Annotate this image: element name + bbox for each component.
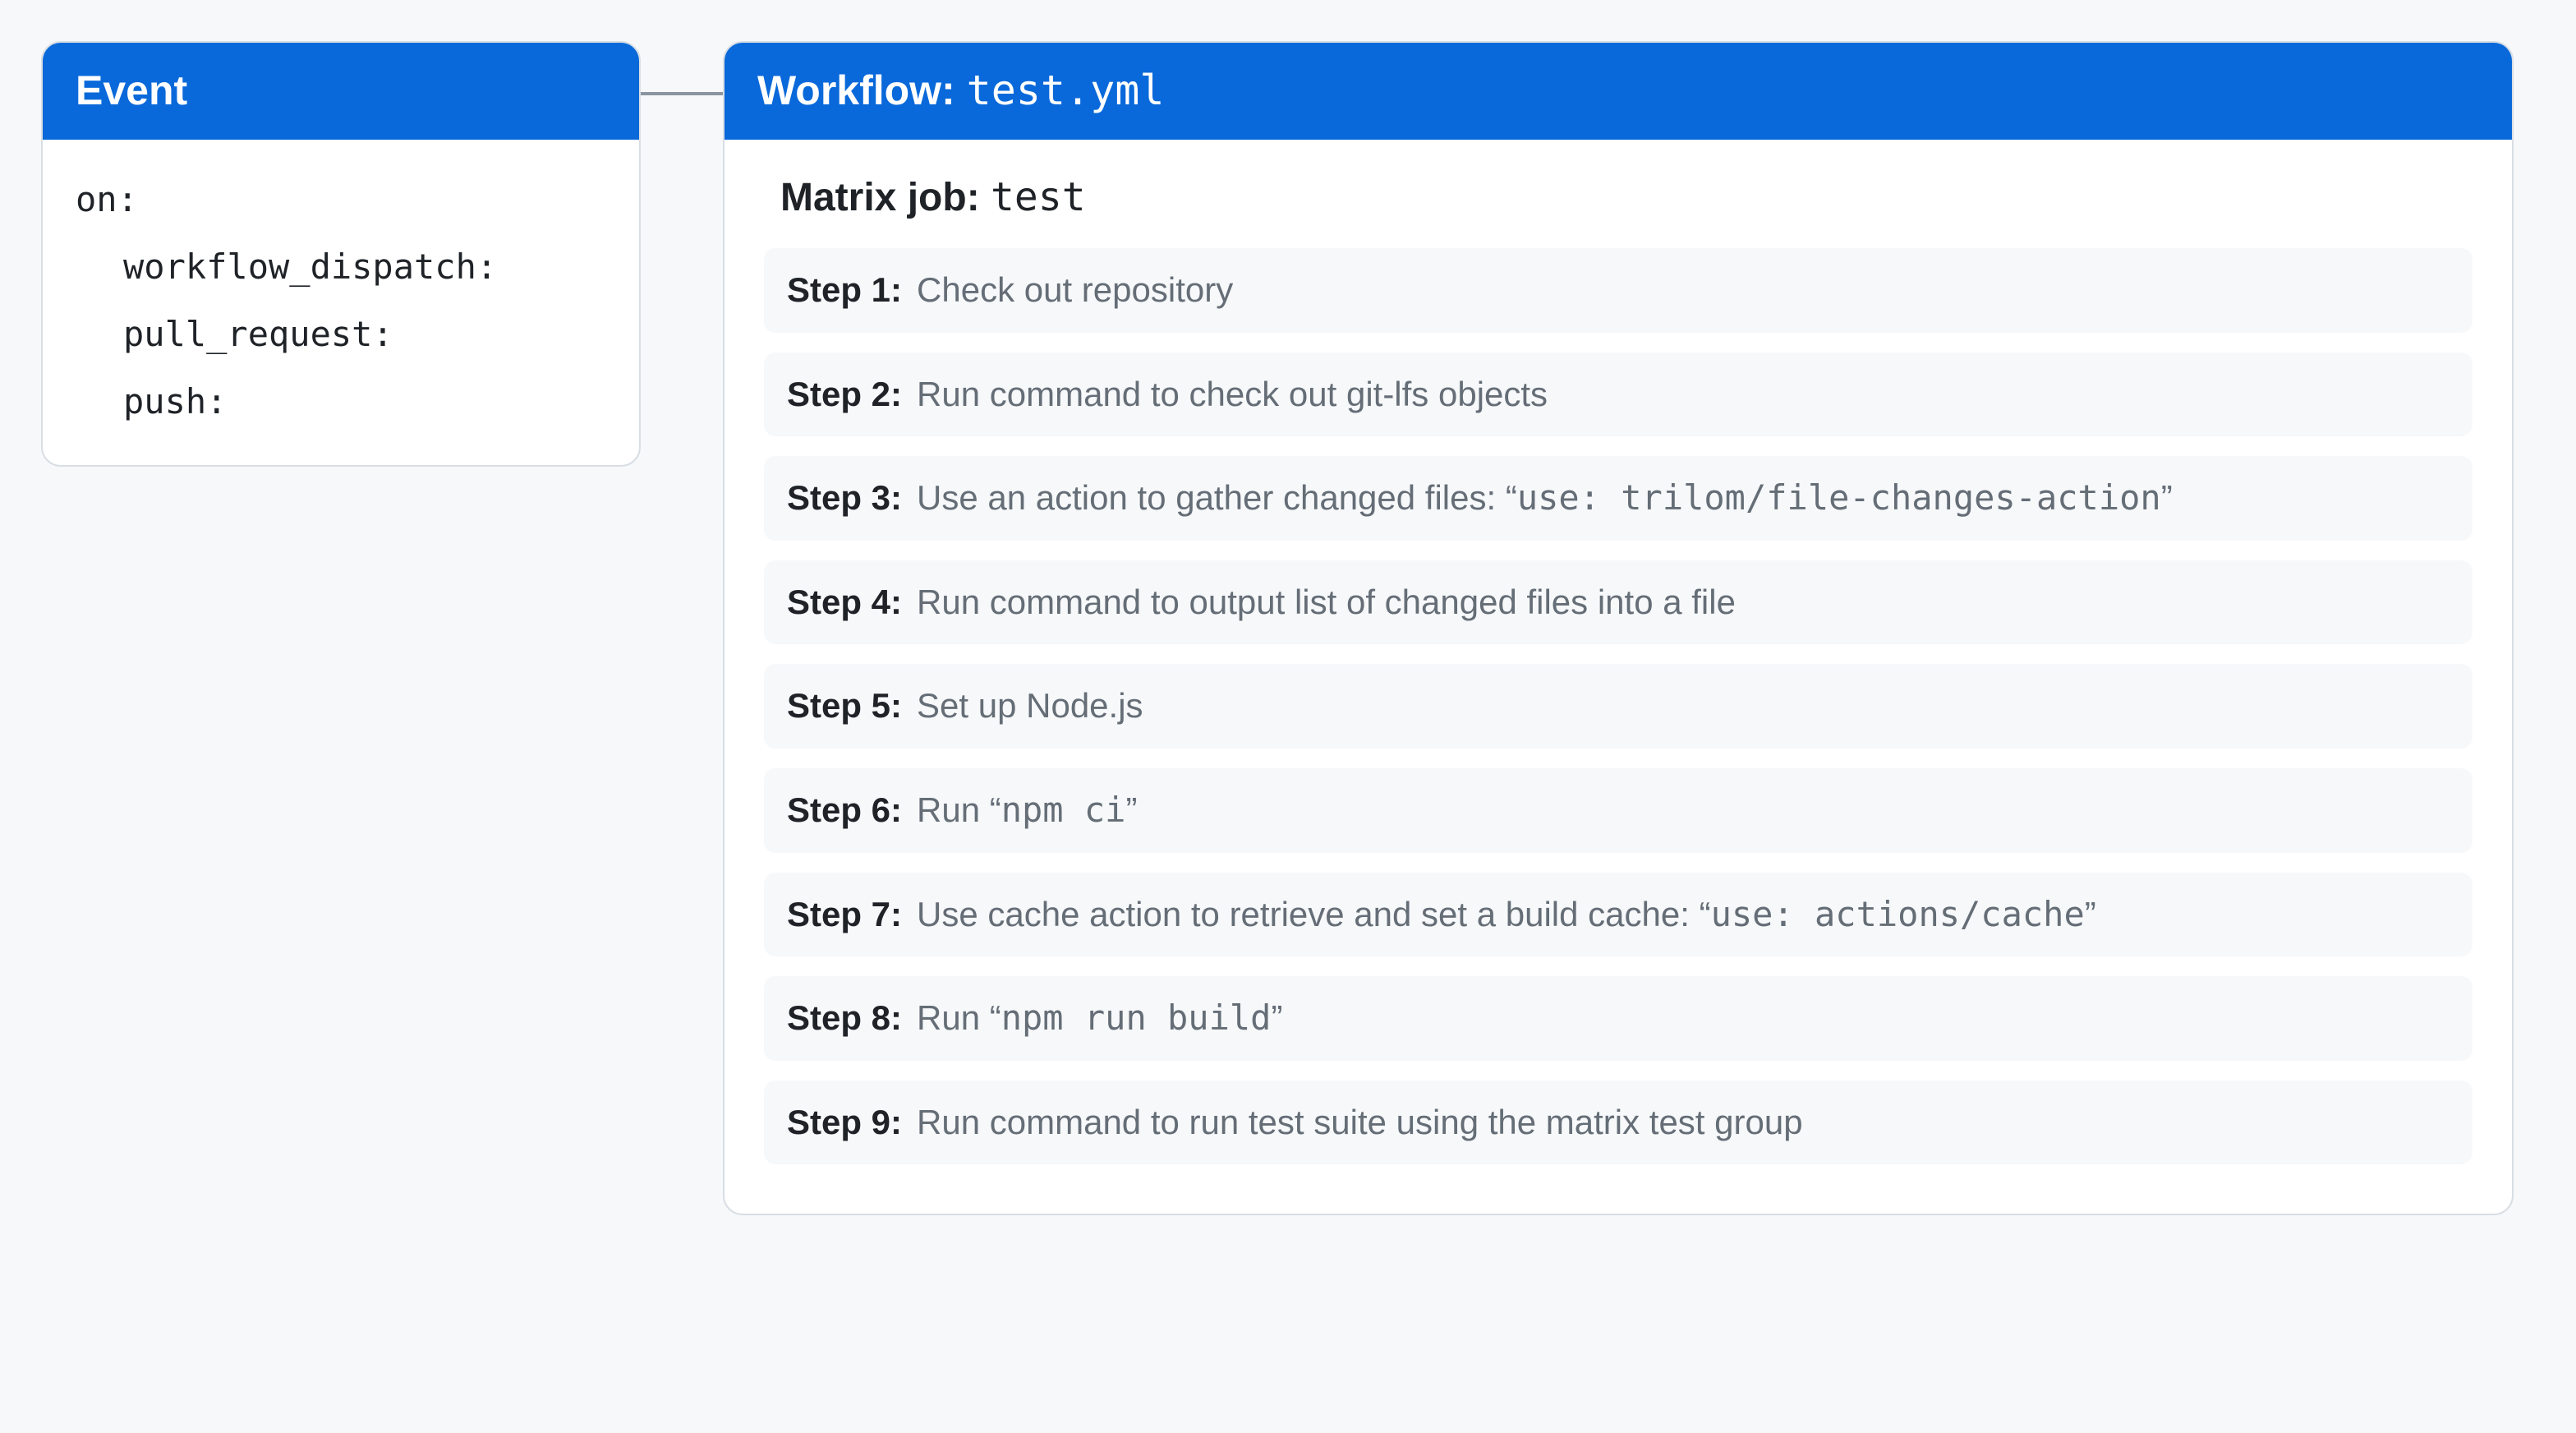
event-card-body: on: workflow_dispatch: pull_request: pus…: [43, 140, 639, 465]
event-trigger: workflow_dispatch:: [76, 233, 606, 301]
event-on-key: on:: [76, 166, 606, 233]
step-desc-code: npm run build: [1001, 998, 1272, 1038]
step-desc-before: Use an action to gather changed files: “: [917, 478, 1517, 517]
matrix-prefix: Matrix job:: [780, 176, 991, 219]
diagram-canvas: Event on: workflow_dispatch: pull_reques…: [0, 0, 2576, 1433]
workflow-step: Step 4: Run command to output list of ch…: [764, 560, 2472, 645]
event-trigger: pull_request:: [76, 301, 606, 368]
step-label: Step 9:: [787, 1100, 902, 1145]
matrix-name: test: [991, 174, 1086, 220]
step-desc-after: ”: [1271, 998, 1282, 1037]
step-label: Step 4:: [787, 580, 902, 625]
step-label: Step 2:: [787, 372, 902, 417]
step-description: Run “npm ci”: [917, 788, 1137, 833]
matrix-job-title: Matrix job: test: [780, 174, 2472, 220]
step-desc-code: use: trilom/file-changes-action: [1517, 477, 2161, 518]
workflow-step: Step 2: Run command to check out git-lfs…: [764, 352, 2472, 437]
step-desc-before: Use cache action to retrieve and set a b…: [917, 895, 1711, 933]
event-card: Event on: workflow_dispatch: pull_reques…: [41, 41, 641, 467]
step-desc-after: ”: [2085, 895, 2096, 933]
step-description: Run command to output list of changed fi…: [917, 580, 1736, 625]
step-description: Run command to run test suite using the …: [917, 1100, 1803, 1145]
workflow-card-body: Matrix job: test Step 1: Check out repos…: [724, 140, 2512, 1214]
workflow-header-prefix: Workflow:: [757, 67, 967, 113]
step-description: Use cache action to retrieve and set a b…: [917, 892, 2096, 938]
step-description: Run “npm run build”: [917, 996, 1282, 1041]
step-label: Step 1:: [787, 268, 902, 313]
step-desc-code: use: actions/cache: [1711, 894, 2085, 934]
workflow-card: Workflow: test.yml Matrix job: test Step…: [723, 41, 2514, 1215]
step-label: Step 5:: [787, 684, 902, 729]
step-desc-code: npm ci: [1001, 790, 1126, 830]
step-label: Step 6:: [787, 788, 902, 833]
step-desc-before: Run “: [917, 998, 1001, 1037]
event-card-header: Event: [43, 43, 639, 140]
step-description: Use an action to gather changed files: “…: [917, 476, 2173, 521]
step-desc-before: Run “: [917, 790, 1001, 829]
step-description: Run command to check out git-lfs objects: [917, 372, 1548, 417]
step-label: Step 8:: [787, 996, 902, 1041]
workflow-step: Step 8: Run “npm run build”: [764, 976, 2472, 1061]
workflow-card-header: Workflow: test.yml: [724, 43, 2512, 140]
workflow-step: Step 7: Use cache action to retrieve and…: [764, 873, 2472, 957]
workflow-step: Step 5: Set up Node.js: [764, 664, 2472, 749]
event-header-title: Event: [76, 67, 187, 113]
workflow-step: Step 6: Run “npm ci”: [764, 768, 2472, 853]
step-label: Step 3:: [787, 476, 902, 521]
workflow-header-filename: test.yml: [967, 67, 1165, 114]
workflow-step: Step 3: Use an action to gather changed …: [764, 456, 2472, 541]
event-trigger: push:: [76, 368, 606, 435]
workflow-step: Step 9: Run command to run test suite us…: [764, 1081, 2472, 1165]
step-desc-after: ”: [1125, 790, 1137, 829]
step-description: Set up Node.js: [917, 684, 1143, 729]
step-description: Check out repository: [917, 268, 1233, 313]
step-desc-after: ”: [2161, 478, 2173, 517]
step-label: Step 7:: [787, 892, 902, 938]
workflow-step: Step 1: Check out repository: [764, 248, 2472, 333]
